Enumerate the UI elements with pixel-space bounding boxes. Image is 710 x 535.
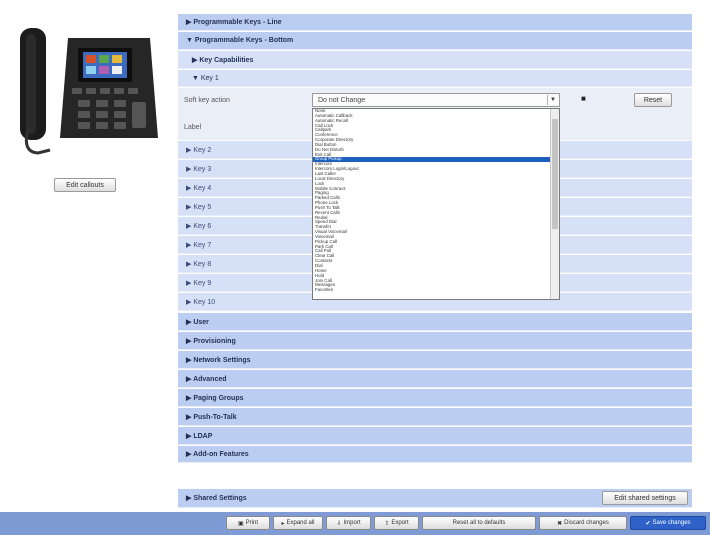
chevron-down-icon[interactable]: ▼: [547, 95, 558, 105]
save-changes-button[interactable]: ✔ Save changes: [630, 516, 706, 530]
lock-icon[interactable]: ■: [581, 94, 586, 103]
reset-all-button[interactable]: Reset all to defaults: [422, 516, 536, 530]
label-field-label: Label: [184, 124, 202, 131]
section-programmable-keys-line[interactable]: ▶ Programmable Keys - Line: [178, 14, 692, 31]
section-programmable-keys-bottom[interactable]: ▼ Programmable Keys - Bottom: [178, 32, 692, 50]
discard-label: Discard changes: [564, 520, 609, 526]
expand-all-button[interactable]: ▸ Expand all: [273, 516, 323, 530]
reset-button[interactable]: Reset: [634, 93, 672, 107]
soft-key-action-label: Soft key action: [184, 97, 230, 104]
expand-icon: ▸: [281, 520, 285, 527]
section-push-to-talk[interactable]: ▶ Push-To-Talk: [178, 408, 692, 426]
edit-shared-settings-button[interactable]: Edit shared settings: [602, 491, 688, 505]
section-add-on-features[interactable]: ▶ Add-on Features: [178, 446, 692, 463]
dropdown-option[interactable]: Favorites: [313, 287, 559, 293]
section-provisioning[interactable]: ▶ Provisioning: [178, 332, 692, 350]
soft-key-action-dropdown[interactable]: None Automatic Callback Automatic Recall Ca…: [312, 108, 560, 300]
discard-icon: ✖: [557, 520, 563, 527]
section-ldap[interactable]: ▶ LDAP: [178, 427, 692, 445]
section-network-settings[interactable]: ▶ Network Settings: [178, 351, 692, 369]
import-button[interactable]: ⇩ Import: [326, 516, 371, 530]
export-label: Export: [391, 520, 409, 526]
soft-key-action-select[interactable]: Do not Change ▼: [312, 93, 560, 107]
import-label: Import: [343, 520, 361, 526]
scrollbar-thumb[interactable]: [552, 119, 558, 229]
print-button[interactable]: ▣ Print: [226, 516, 270, 530]
import-icon: ⇩: [336, 520, 342, 527]
key-1-header[interactable]: ▼ Key 1: [178, 70, 692, 87]
section-advanced[interactable]: ▶ Advanced: [178, 370, 692, 388]
edit-callouts-button[interactable]: Edit callouts: [54, 178, 116, 192]
desk-phone-image: [20, 28, 158, 155]
export-button[interactable]: ⇧ Export: [374, 516, 419, 530]
print-label: Print: [245, 520, 258, 526]
section-user[interactable]: ▶ User: [178, 313, 692, 331]
discard-changes-button[interactable]: ✖ Discard changes: [539, 516, 627, 530]
dropdown-scrollbar[interactable]: [550, 109, 559, 299]
export-icon: ⇧: [384, 520, 390, 527]
expand-all-label: Expand all: [286, 520, 315, 526]
dropdown-options: None Automatic Callback Automatic Recall Ca…: [313, 109, 559, 293]
reset-all-label: Reset all to defaults: [452, 520, 506, 526]
checkmark-icon: ✔: [645, 520, 651, 527]
section-paging-groups[interactable]: ▶ Paging Groups: [178, 389, 692, 407]
print-icon: ▣: [237, 520, 244, 527]
section-key-capabilities[interactable]: ▶ Key Capabilities: [178, 51, 692, 69]
select-value: Do not Change: [318, 96, 366, 104]
save-label: Save changes: [652, 520, 691, 526]
